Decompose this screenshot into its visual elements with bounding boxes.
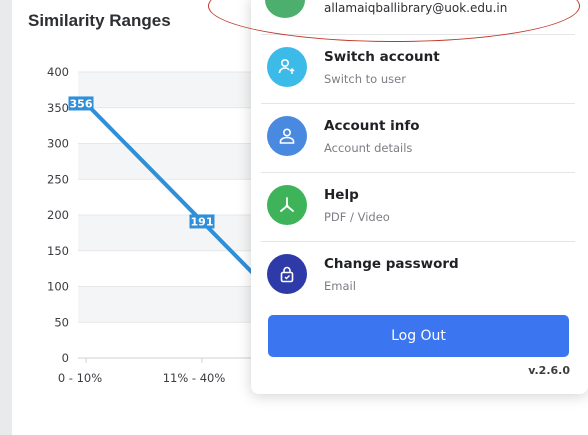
lock-icon xyxy=(267,254,307,294)
grid-band xyxy=(78,215,260,251)
y-tick-label: 100 xyxy=(47,280,69,294)
y-tick-label: 200 xyxy=(47,208,69,222)
y-tick-label: 150 xyxy=(47,244,69,258)
menu-item-subtitle: Email xyxy=(324,279,356,293)
x-tick-label: 0 - 10% xyxy=(58,371,102,385)
page: Similarity Ranges 0 50 100 150 200 250 300 350 4… xyxy=(0,0,588,435)
data-label-text: 356 xyxy=(70,97,93,110)
series-line xyxy=(84,102,264,284)
y-tick-label: 250 xyxy=(47,172,69,186)
grid-band xyxy=(78,286,260,323)
x-tick-label: 11% - 40% xyxy=(163,371,226,385)
menu-item-switch-account[interactable]: Switch account Switch to user xyxy=(261,34,575,103)
help-hub-icon xyxy=(267,185,307,225)
menu-item-account-info[interactable]: Account info Account details xyxy=(261,103,575,172)
menu-item-title: Change password xyxy=(324,256,459,272)
menu-item-subtitle: PDF / Video xyxy=(324,210,390,224)
account-dropdown: allamaiqballibrary@uok.edu.in Switch acc… xyxy=(251,0,588,394)
menu-item-subtitle: Switch to user xyxy=(324,72,406,86)
y-tick-label: 350 xyxy=(47,101,69,115)
menu-item-title: Help xyxy=(324,187,359,203)
app-version: v.2.6.0 xyxy=(528,364,570,377)
menu-item-help[interactable]: Help PDF / Video xyxy=(261,172,575,241)
logout-button[interactable]: Log Out xyxy=(268,315,569,357)
menu-item-title: Switch account xyxy=(324,49,440,65)
menu-item-change-password[interactable]: Change password Email xyxy=(261,241,575,310)
grid-band xyxy=(78,143,260,180)
data-label: 356 xyxy=(68,96,94,111)
y-tick-label: 50 xyxy=(54,315,69,329)
y-tick-label: 400 xyxy=(47,65,69,79)
menu-item-subtitle: Account details xyxy=(324,141,413,155)
y-tick-label: 300 xyxy=(47,137,69,151)
menu-item-title: Account info xyxy=(324,118,420,134)
data-label: 191 xyxy=(189,214,215,229)
grid-band xyxy=(78,72,260,108)
user-icon xyxy=(267,116,307,156)
data-label-text: 191 xyxy=(191,215,214,228)
y-tick-label: 0 xyxy=(62,351,69,365)
switch-user-icon xyxy=(267,47,307,87)
